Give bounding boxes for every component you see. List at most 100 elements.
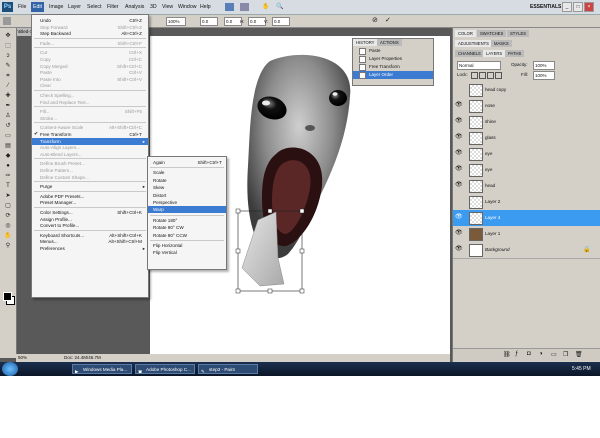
menu-select[interactable]: Select — [85, 2, 103, 12]
tab-swatches[interactable]: SWATCHES — [477, 30, 507, 37]
crop-tool-icon[interactable]: ⌗ — [3, 72, 13, 80]
adjustment-layer-icon[interactable]: ◑ — [539, 351, 543, 357]
lock-pixels-icon[interactable] — [479, 72, 486, 79]
taskbar-item-paint[interactable]: ✎ step3 - Paint — [198, 364, 258, 374]
type-tool-icon[interactable]: T — [3, 182, 13, 190]
minimize-icon[interactable]: _ — [562, 2, 572, 12]
tab-channels[interactable]: CHANNELS — [455, 50, 484, 57]
transform-menu-item[interactable]: Scale — [148, 169, 226, 176]
link-layers-icon[interactable]: ⛓ — [503, 351, 511, 358]
v-skew-field[interactable]: 0.0 — [272, 17, 290, 26]
layer-mask-icon[interactable]: ◘ — [527, 351, 531, 357]
eye-icon[interactable]: 👁 — [455, 166, 463, 173]
workspace-switcher[interactable]: ESSENTIALS — [530, 2, 561, 12]
lock-position-icon[interactable] — [487, 72, 494, 79]
blend-mode-select[interactable]: Normal — [457, 61, 501, 70]
lasso-tool-icon[interactable]: ↄ — [3, 52, 13, 60]
launch-bridge-icon[interactable] — [225, 3, 234, 11]
edit-menu-item[interactable]: Preset Manager... — [32, 199, 148, 206]
layer-row[interactable]: Layer 2 — [453, 194, 600, 211]
blur-tool-icon[interactable]: ◆ — [3, 152, 13, 160]
zoom-tool-icon[interactable]: 🔍 — [276, 3, 285, 11]
gradient-tool-icon[interactable]: ▤ — [3, 142, 13, 150]
eye-icon[interactable]: 👁 — [455, 102, 463, 109]
tool-preset-icon[interactable] — [3, 17, 11, 25]
move-tool-icon[interactable]: ✥ — [3, 32, 13, 40]
tab-masks[interactable]: MASKS — [491, 40, 512, 47]
eye-icon[interactable]: 👁 — [455, 246, 463, 253]
visibility-off-icon[interactable] — [455, 198, 462, 205]
menu-file[interactable]: File — [16, 2, 28, 12]
eye-icon[interactable]: 👁 — [455, 182, 463, 189]
layer-row[interactable]: head copy — [453, 82, 600, 99]
history-item-selected[interactable]: Layer Order — [353, 71, 433, 79]
transform-menu-item[interactable]: Perspective — [148, 199, 226, 206]
eraser-tool-icon[interactable]: ▭ — [3, 132, 13, 140]
eye-icon[interactable]: 👁 — [455, 118, 463, 125]
edit-menu-item[interactable]: Convert to Profile... — [32, 222, 148, 229]
path-selection-tool-icon[interactable]: ➤ — [3, 192, 13, 200]
lock-all-icon[interactable] — [495, 72, 502, 79]
visibility-off-icon[interactable] — [455, 86, 462, 93]
new-group-icon[interactable]: ▭ — [551, 351, 557, 358]
hand-tool-icon[interactable]: ✋ — [3, 232, 13, 240]
layer-row-selected[interactable]: 👁 Layer 4 — [453, 210, 600, 227]
layer-row[interactable]: 👁 eye — [453, 146, 600, 163]
tab-paths[interactable]: PATHS — [505, 50, 525, 57]
quick-select-tool-icon[interactable]: ✎ — [3, 62, 13, 70]
eye-icon[interactable]: 👁 — [455, 230, 463, 237]
layer-row[interactable]: 👁 nose — [453, 98, 600, 115]
tab-layers[interactable]: LAYERS — [483, 50, 506, 57]
new-layer-icon[interactable]: ❐ — [563, 351, 568, 358]
transform-menu-item[interactable]: Again Shift+Ctrl+T — [148, 159, 226, 166]
history-item[interactable]: Paste — [353, 47, 433, 55]
eye-icon[interactable]: 👁 — [455, 214, 463, 221]
layer-row[interactable]: 👁 shine — [453, 114, 600, 131]
history-item[interactable]: Free Transform — [353, 63, 433, 71]
pen-tool-icon[interactable]: ✑ — [3, 172, 13, 180]
menu-view[interactable]: View — [160, 2, 175, 12]
brush-tool-icon[interactable]: ✒ — [3, 102, 13, 110]
3d-orbit-tool-icon[interactable]: ◎ — [3, 222, 13, 230]
menu-analysis[interactable]: Analysis — [123, 2, 146, 12]
menu-layer[interactable]: Layer — [66, 2, 83, 12]
tab-history[interactable]: HISTORY — [353, 39, 378, 46]
healing-brush-tool-icon[interactable]: ✚ — [3, 92, 13, 100]
edit-menu-item[interactable]: Purge ▸ — [32, 183, 148, 190]
width-field[interactable]: 0.0 — [200, 17, 218, 26]
commit-transform-icon[interactable]: ✓ — [385, 17, 393, 25]
eye-icon[interactable]: 👁 — [455, 134, 463, 141]
3d-rotate-tool-icon[interactable]: ⟳ — [3, 212, 13, 220]
close-icon[interactable]: × — [584, 2, 594, 12]
layer-row[interactable]: 👁 eye — [453, 162, 600, 179]
eyedropper-tool-icon[interactable]: ⁄ — [3, 82, 13, 90]
transform-menu-item[interactable]: Distort — [148, 192, 226, 199]
tab-actions[interactable]: ACTIONS — [377, 39, 402, 46]
start-button-icon[interactable] — [2, 362, 18, 376]
menu-filter[interactable]: Filter — [105, 2, 121, 12]
transform-menu-item[interactable]: Rotate 90° CW — [148, 224, 226, 231]
menu-image[interactable]: Image — [47, 2, 65, 12]
tab-color[interactable]: COLOR — [455, 30, 476, 37]
maximize-icon[interactable]: □ — [573, 2, 583, 12]
layer-row[interactable]: 👁 Background 🔒 — [453, 242, 600, 259]
transform-menu-item[interactable]: Rotate — [148, 177, 226, 184]
transform-menu-item[interactable]: Rotate 180° — [148, 217, 226, 224]
zoom-level[interactable]: 50% — [18, 354, 27, 362]
edit-menu-item[interactable]: Preferences ▸ — [32, 245, 148, 252]
menu-edit[interactable]: Edit — [31, 2, 44, 12]
zoom-tool-icon[interactable]: ⚲ — [3, 242, 13, 250]
opacity-field[interactable]: 100% — [533, 61, 555, 70]
cancel-transform-icon[interactable]: ⊘ — [372, 17, 380, 25]
layer-row[interactable]: 👁 head — [453, 178, 600, 195]
eye-icon[interactable]: 👁 — [455, 150, 463, 157]
edit-menu-item[interactable]: Step Backward Alt+Ctrl+Z — [32, 30, 148, 37]
history-brush-tool-icon[interactable]: ↺ — [3, 122, 13, 130]
foreground-color-swatch[interactable] — [3, 292, 12, 301]
layer-style-icon[interactable]: ƒ — [515, 351, 518, 357]
menu-3d[interactable]: 3D — [148, 2, 159, 12]
view-extras-icon[interactable] — [240, 3, 249, 11]
tab-adjustments[interactable]: ADJUSTMENTS — [455, 40, 492, 47]
transform-menu-item[interactable]: Warp — [148, 206, 226, 214]
taskbar-item-photoshop[interactable]: ▣ Adobe Photoshop C... — [135, 364, 195, 374]
